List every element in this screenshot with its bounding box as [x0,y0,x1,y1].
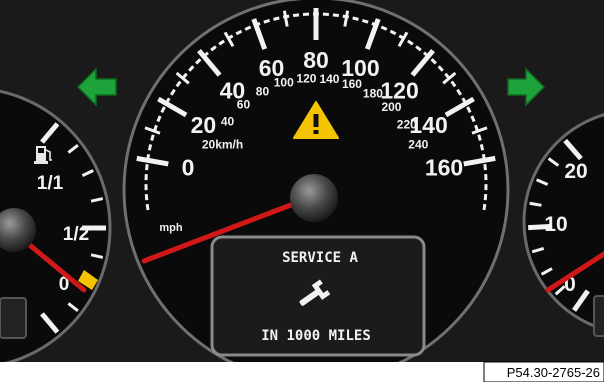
kmh-label-120: 120 [296,71,316,85]
speedometer: 0204060 80 100120140160 20km/h406080100 120… [122,0,510,382]
right-gauge-label-20: 20 [564,160,587,183]
right-lower-bezel [593,295,604,337]
right-gauge-tick [529,201,542,207]
mph-label-80: 80 [303,47,329,73]
mph-label-0: 0 [182,154,195,180]
display-line-miles: IN 1000 MILES [261,328,371,344]
kmh-label-100: 100 [274,76,294,90]
mph-label-160: 160 [425,154,463,180]
instrument-cluster: 1/1 1/2 0 20 10 0 0204060 80 100120140160 … [0,0,604,382]
right-gauge-label-10: 10 [544,213,567,236]
fuel-label-half: 1/2 [63,224,89,245]
fuel-label-full: 1/1 [37,173,64,194]
speedometer-needle-hub [290,174,338,222]
multifunction-display: SERVICE A IN 1000 MILES [210,235,426,357]
kmh-label-200: 200 [381,100,401,114]
kmh-label-40: 40 [221,114,235,128]
mph-label-20: 20 [191,112,217,138]
kmh-label-160: 160 [342,77,362,91]
reference-code: P54.30-2765-26 [506,365,600,380]
kmh-label-140: 140 [319,72,339,86]
display-line-service: SERVICE A [282,250,358,266]
kmh-label-180: 180 [363,87,383,101]
left-lower-bezel [0,297,27,339]
kmh-label-220: 220 [397,117,417,131]
kmh-label-60: 60 [237,98,251,112]
kmh-label-240: 240 [408,137,428,151]
kmh-label-80: 80 [256,85,270,99]
mph-unit-label: mph [159,222,183,234]
kmh-label-20km-h: 20km/h [202,137,243,151]
